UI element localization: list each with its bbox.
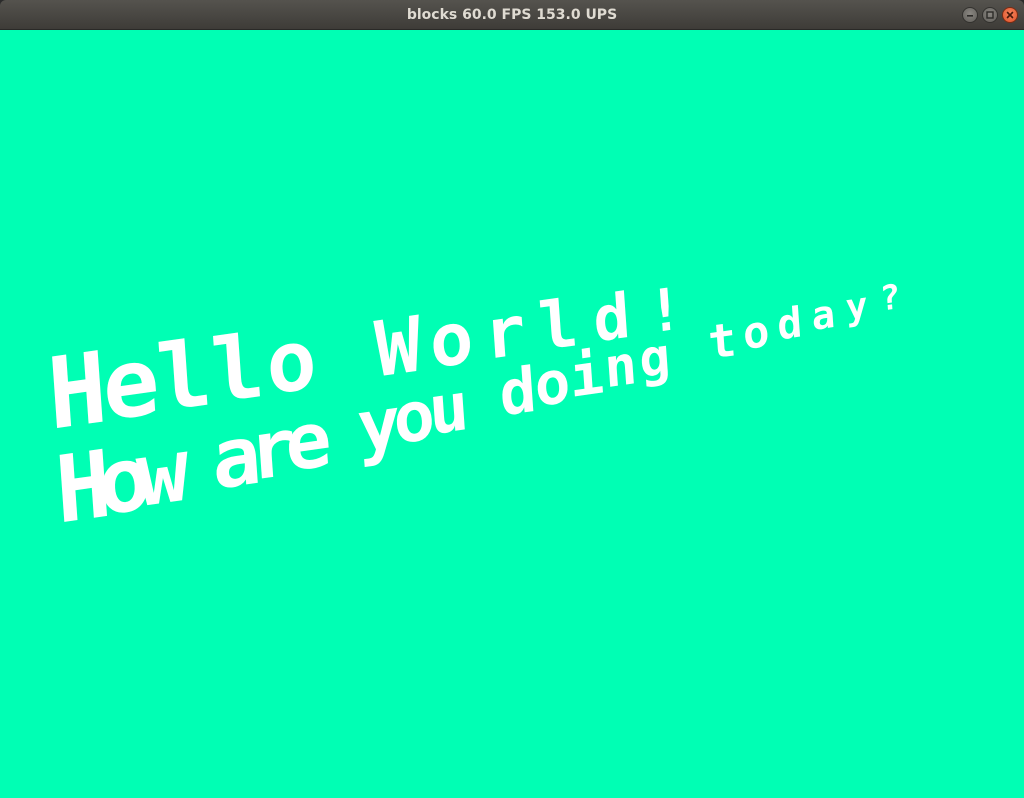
glyph-line2-19: o (741, 306, 771, 361)
glyph-line2-15: n (602, 333, 639, 400)
application-window: blocks 60.0 FPS 153.0 UPS He l l o Wo r l d! Ho… (0, 0, 1024, 798)
glyph-line2-21: a (810, 292, 836, 340)
render-viewport[interactable]: He l l o Wo r l d! Ho w a r e y o u d o i n g t o d a y? (0, 30, 1024, 798)
maximize-icon (986, 11, 994, 19)
glyph-line2-20: d (776, 297, 804, 349)
scene-canvas: Hello Wo r l d! How are you doing t o d a y? (0, 30, 1024, 798)
glyph-line2-6: e (282, 395, 334, 490)
glyph-line1-2: l (154, 321, 215, 433)
glyph-line2-10: u (426, 367, 471, 451)
minimize-button[interactable] (962, 7, 978, 23)
window-title: blocks 60.0 FPS 153.0 UPS (406, 7, 618, 23)
glyph-line2-14: i (567, 340, 605, 411)
glyph-line2-18: t (707, 313, 739, 371)
title-bar[interactable]: blocks 60.0 FPS 153.0 UPS (0, 0, 1024, 30)
close-button[interactable] (1002, 7, 1018, 23)
glyph-line2-16: g (637, 327, 672, 391)
minimize-icon (967, 15, 973, 17)
glyph-line2-13: o (532, 346, 572, 420)
glyph-line2-2: w (133, 418, 193, 527)
maximize-button[interactable] (982, 7, 998, 23)
glyph-line2-22: y (844, 283, 869, 329)
close-icon (1006, 11, 1014, 19)
glyph-line2-23: ? (879, 277, 902, 320)
